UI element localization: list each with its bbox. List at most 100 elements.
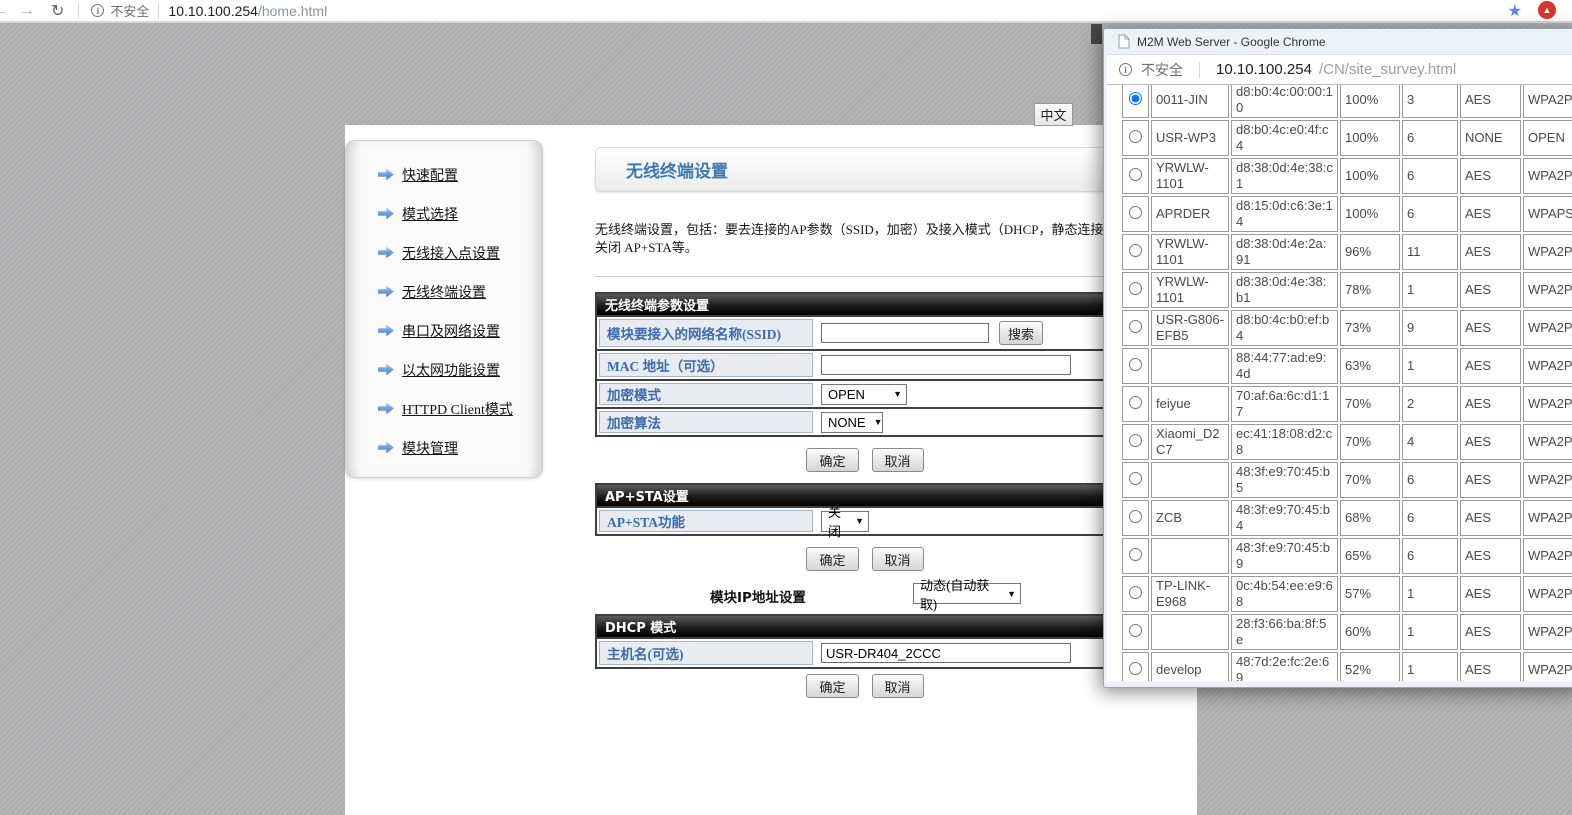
survey-rows: 0011-JIN d8:b0:4c:00:00:10 100% 3 AES WP…: [1122, 85, 1572, 681]
sidebar-item[interactable]: 无线终端设置: [378, 272, 542, 311]
popup-urlbar[interactable]: i 不安全 10.10.100.254/CN/site_survey.html: [1107, 54, 1572, 85]
sidebar-item-label: 无线接入点设置: [402, 243, 500, 263]
arrow-icon: [378, 324, 394, 337]
enc-mode-select[interactable]: OPEN▼: [821, 384, 907, 405]
language-button[interactable]: 中文: [1034, 103, 1073, 126]
network-radio[interactable]: [1129, 510, 1142, 523]
search-button[interactable]: 搜索: [999, 321, 1043, 345]
network-radio[interactable]: [1129, 130, 1142, 143]
mac-input[interactable]: [821, 355, 1071, 375]
bookmark-star-icon[interactable]: ★: [1508, 1, 1522, 21]
sta-ok-button[interactable]: 确定: [806, 448, 858, 472]
title-panel: 无线终端设置: [595, 147, 1160, 192]
forward-icon[interactable]: →: [19, 2, 35, 20]
network-encryption: AES: [1460, 85, 1521, 118]
url-host[interactable]: 10.10.100.254: [168, 3, 258, 19]
network-bssid: 48:3f:e9:70:45:b9: [1231, 538, 1338, 574]
network-row: TP-LINK-E968 0c:4b:54:ee:e9:68 57% 1 AES…: [1122, 576, 1572, 612]
frame-scrollbar-thumb[interactable]: [1091, 24, 1102, 44]
network-signal: 70%: [1340, 424, 1400, 460]
network-ssid: [1151, 538, 1229, 574]
network-signal: 100%: [1340, 85, 1400, 118]
reload-icon[interactable]: ↻: [51, 1, 64, 21]
network-radio[interactable]: [1129, 206, 1142, 219]
apsta-cancel-button[interactable]: 取消: [872, 547, 924, 571]
info-icon[interactable]: i: [91, 4, 104, 17]
network-encryption: AES: [1460, 158, 1521, 194]
sidebar-item[interactable]: HTTPD Client模式: [378, 389, 542, 428]
security-label[interactable]: 不安全: [110, 1, 149, 20]
network-bssid: ec:41:18:08:d2:c8: [1231, 424, 1338, 460]
network-encryption: AES: [1460, 576, 1521, 612]
network-row: YRWLW-1101 d8:38:0d:4e:38:b1 78% 1 AES W…: [1122, 272, 1572, 308]
network-radio[interactable]: [1129, 358, 1142, 371]
network-signal: 100%: [1340, 196, 1400, 232]
dhcp-cancel-button[interactable]: 取消: [872, 674, 924, 698]
chevron-down-icon: ▼: [874, 417, 883, 427]
network-channel: 1: [1402, 348, 1458, 384]
network-radio[interactable]: [1129, 92, 1142, 105]
network-ssid: 0011-JIN: [1151, 85, 1229, 118]
ssid-input[interactable]: [821, 323, 989, 343]
enc-algo-select[interactable]: NONE▼: [821, 412, 883, 433]
site-survey-table: 0011-JIN d8:b0:4c:00:00:10 100% 3 AES WP…: [1120, 85, 1572, 681]
url-path[interactable]: /home.html: [258, 3, 327, 19]
network-signal: 60%: [1340, 614, 1400, 650]
sidebar-item[interactable]: 快速配置: [378, 155, 542, 194]
apsta-ok-button[interactable]: 确定: [806, 547, 858, 571]
sta-params-form: 无线终端参数设置 模块要接入的网络名称(SSID) 搜索 MAC 地址（可选） …: [595, 292, 1135, 437]
network-row: 48:3f:e9:70:45:b5 70% 6 AES WPA2PSK: [1122, 462, 1572, 498]
network-encryption: NONE: [1460, 120, 1521, 156]
network-radio[interactable]: [1129, 396, 1142, 409]
arrow-icon: [378, 246, 394, 259]
network-encryption: AES: [1460, 310, 1521, 346]
network-radio[interactable]: [1129, 662, 1142, 675]
sta-cancel-button[interactable]: 取消: [872, 448, 924, 472]
apsta-header: AP+STA设置: [597, 485, 1133, 506]
network-radio[interactable]: [1129, 472, 1142, 485]
network-radio[interactable]: [1129, 624, 1142, 637]
network-radio[interactable]: [1129, 168, 1142, 181]
network-signal: 96%: [1340, 234, 1400, 270]
network-channel: 3: [1402, 85, 1458, 118]
ip-setting-row: 模块IP地址设置 动态(自动获取)▼: [595, 582, 1135, 608]
network-radio[interactable]: [1129, 434, 1142, 447]
network-encryption: AES: [1460, 196, 1521, 232]
mac-row: MAC 地址（可选）: [597, 349, 1133, 379]
site-survey-window: M2M Web Server - Google Chrome i 不安全 10.…: [1103, 28, 1572, 688]
network-radio[interactable]: [1129, 586, 1142, 599]
network-encryption: AES: [1460, 348, 1521, 384]
network-ssid: TP-LINK-E968: [1151, 576, 1229, 612]
extension-icon[interactable]: ▲: [1538, 1, 1556, 19]
sidebar-item[interactable]: 无线接入点设置: [378, 233, 542, 272]
network-radio[interactable]: [1129, 548, 1142, 561]
network-channel: 6: [1402, 196, 1458, 232]
ssid-row: 模块要接入的网络名称(SSID) 搜索: [597, 315, 1133, 349]
hostname-input[interactable]: [821, 643, 1071, 663]
sidebar-item-label: 模式选择: [402, 204, 458, 224]
sidebar-item[interactable]: 以太网功能设置: [378, 350, 542, 389]
arrow-icon: [378, 285, 394, 298]
apsta-func-label: AP+STA功能: [599, 510, 813, 532]
network-row: 0011-JIN d8:b0:4c:00:00:10 100% 3 AES WP…: [1122, 85, 1572, 118]
apsta-func-select[interactable]: 关闭▼: [821, 511, 869, 532]
omnibox-divider: [78, 3, 79, 19]
network-auth: WPA2PSK: [1523, 614, 1572, 650]
popup-titlebar[interactable]: M2M Web Server - Google Chrome: [1107, 29, 1572, 54]
network-radio[interactable]: [1129, 282, 1142, 295]
sidebar-item[interactable]: 模式选择: [378, 194, 542, 233]
network-encryption: AES: [1460, 386, 1521, 422]
network-auth: WPA2PSK: [1523, 310, 1572, 346]
network-radio[interactable]: [1129, 320, 1142, 333]
back-icon[interactable]: ←: [0, 2, 9, 20]
popup-url-path: /CN/site_survey.html: [1319, 61, 1456, 78]
chevron-down-icon: ▼: [893, 389, 902, 399]
dhcp-ok-button[interactable]: 确定: [806, 674, 858, 698]
ip-setting-select[interactable]: 动态(自动获取)▼: [913, 583, 1021, 604]
sidebar-item[interactable]: 模块管理: [378, 428, 542, 467]
network-radio[interactable]: [1129, 244, 1142, 257]
network-bssid: d8:b0:4c:b0:ef:b4: [1231, 310, 1338, 346]
main-content: 无线终端设置 无线终端设置，包括：要去连接的AP参数（SSID，加密）及接入模式…: [595, 147, 1135, 709]
network-bssid: 48:3f:e9:70:45:b4: [1231, 500, 1338, 536]
sidebar-item[interactable]: 串口及网络设置: [378, 311, 542, 350]
